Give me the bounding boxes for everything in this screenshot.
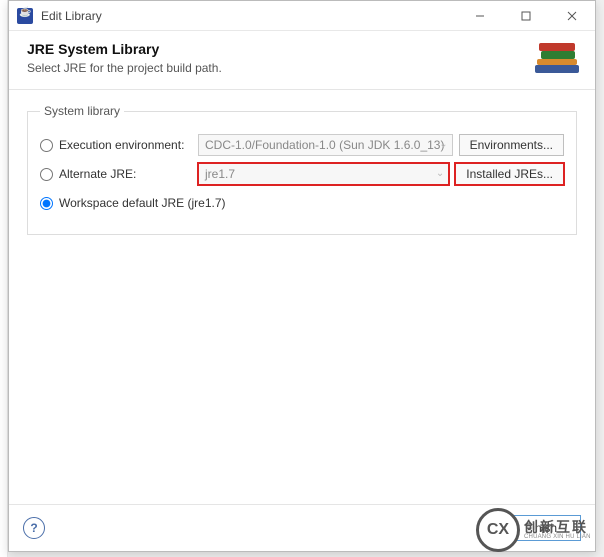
chevron-down-icon: ⌄ [439,139,447,150]
watermark-pinyin: CHUANG XIN HU LIAN [524,534,591,540]
alternate-jre-radio-label[interactable]: Alternate JRE: [40,167,198,181]
minimize-button[interactable] [457,1,503,31]
dialog-header: JRE System Library Select JRE for the pr… [9,31,595,90]
execution-environment-radio-label[interactable]: Execution environment: [40,138,198,152]
execution-environment-combo[interactable]: CDC-1.0/Foundation-1.0 (Sun JDK 1.6.0_13… [198,134,453,156]
alternate-jre-combo[interactable]: jre1.7 ⌄ [198,163,449,185]
page-title: JRE System Library [27,41,577,57]
alternate-jre-text: Alternate JRE: [59,167,136,181]
execution-environment-text: Execution environment: [59,138,184,152]
workspace-default-text: Workspace default JRE (jre1.7) [59,196,226,210]
execution-environment-radio[interactable] [40,139,53,152]
alternate-jre-row: Alternate JRE: jre1.7 ⌄ Installed JREs..… [40,162,564,186]
watermark-cn: 创新互联 [524,520,591,534]
watermark: CX 创新互联 CHUANG XIN HU LIAN [476,502,604,557]
edit-library-dialog: Edit Library JRE System Library Select J… [8,0,596,552]
execution-environment-row: Execution environment: CDC-1.0/Foundatio… [40,133,564,157]
library-books-icon [533,37,581,77]
installed-jres-button-label: Installed JREs... [466,167,553,181]
maximize-icon [521,11,531,21]
alternate-jre-radio[interactable] [40,168,53,181]
help-icon: ? [30,521,37,535]
workspace-default-radio-label[interactable]: Workspace default JRE (jre1.7) [40,196,226,210]
app-icon [17,8,33,24]
chevron-down-icon: ⌄ [436,168,444,179]
maximize-button[interactable] [503,1,549,31]
environments-button[interactable]: Environments... [459,134,564,156]
watermark-logo: CX [476,508,520,552]
execution-environment-value: CDC-1.0/Foundation-1.0 (Sun JDK 1.6.0_13… [205,138,444,152]
page-subtitle: Select JRE for the project build path. [27,61,577,75]
help-button[interactable]: ? [23,517,45,539]
workspace-default-row: Workspace default JRE (jre1.7) [40,191,564,215]
workspace-default-radio[interactable] [40,197,53,210]
watermark-text: 创新互联 CHUANG XIN HU LIAN [524,520,591,540]
alternate-jre-value: jre1.7 [205,167,235,181]
dialog-content: System library Execution environment: CD… [9,90,595,504]
environments-button-label: Environments... [470,138,553,152]
background-editor-strip [0,0,8,557]
titlebar: Edit Library [9,1,595,31]
close-icon [567,11,577,21]
installed-jres-button[interactable]: Installed JREs... [455,163,564,185]
close-button[interactable] [549,1,595,31]
fieldset-legend: System library [40,104,124,118]
system-library-fieldset: System library Execution environment: CD… [27,104,577,235]
window-title: Edit Library [41,9,457,23]
minimize-icon [475,11,485,21]
